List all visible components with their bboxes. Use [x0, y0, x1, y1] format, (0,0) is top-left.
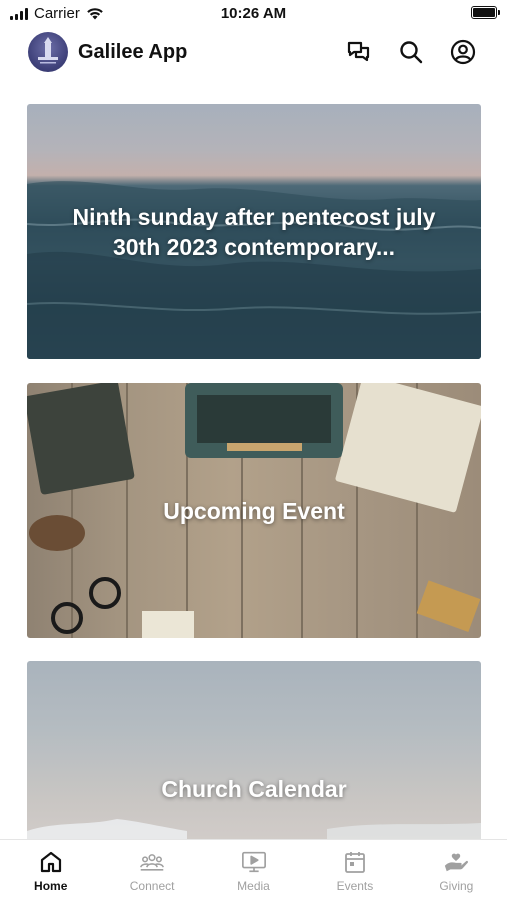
card-church-calendar[interactable]: Church Calendar	[27, 661, 481, 861]
card-upcoming-event-title: Upcoming Event	[163, 497, 345, 524]
sky-image	[27, 819, 481, 861]
status-time: 10:26 AM	[220, 5, 287, 22]
tab-giving-label: Giving	[439, 879, 474, 893]
status-bar: Carrier 10:26 AM	[0, 0, 507, 28]
giving-icon	[443, 849, 469, 875]
tab-bar: Home Connect Media Events Giving	[0, 839, 507, 900]
church-logo-avatar[interactable]	[28, 32, 68, 72]
tab-home-label: Home	[34, 879, 68, 893]
tab-events[interactable]: Events	[304, 840, 405, 900]
tab-giving[interactable]: Giving	[406, 840, 507, 900]
card-upcoming-event[interactable]: Upcoming Event	[27, 383, 481, 638]
tab-connect-label: Connect	[129, 879, 175, 893]
home-screen: Carrier 10:26 AM Galilee App Ninth sunda…	[0, 0, 507, 900]
calendar-icon	[342, 849, 368, 875]
chat-icon[interactable]	[345, 38, 373, 66]
tab-media-label: Media	[237, 879, 270, 893]
tab-events-label: Events	[336, 879, 374, 893]
app-header: Galilee App	[0, 30, 507, 76]
header-actions	[345, 38, 477, 66]
tab-home[interactable]: Home	[0, 840, 101, 900]
card-church-calendar-title: Church Calendar	[161, 776, 347, 802]
search-icon[interactable]	[397, 38, 425, 66]
home-icon	[38, 849, 64, 875]
tab-media[interactable]: Media	[203, 840, 304, 900]
app-title: Galilee App	[78, 41, 188, 63]
people-icon	[139, 849, 165, 875]
media-icon	[241, 849, 267, 875]
status-right	[471, 6, 500, 19]
church-logo-icon	[38, 37, 58, 64]
battery-icon	[471, 6, 500, 19]
card-sermon[interactable]: Ninth sunday after pentecost july 30th 2…	[27, 104, 481, 359]
profile-icon[interactable]	[449, 38, 477, 66]
card-sermon-title: Ninth sunday after pentecost july 30th 2…	[72, 203, 436, 260]
tab-connect[interactable]: Connect	[101, 840, 202, 900]
